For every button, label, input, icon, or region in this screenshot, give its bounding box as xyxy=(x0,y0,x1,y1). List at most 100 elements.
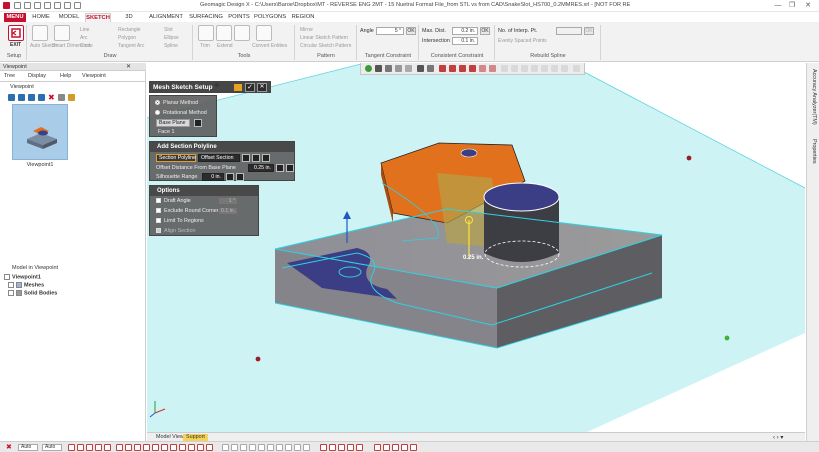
slot-tool[interactable]: Slot xyxy=(164,27,173,33)
preview-icon[interactable] xyxy=(234,84,242,91)
checkbox-icon[interactable] xyxy=(156,198,161,204)
select-filter-icon[interactable] xyxy=(68,444,75,451)
tab-sketch[interactable]: SKETCH xyxy=(85,13,111,22)
select-filter-icon[interactable] xyxy=(161,444,168,451)
draft-angle-input[interactable]: 1 ° xyxy=(218,197,238,205)
round-corner-input[interactable]: 0.1 in. xyxy=(218,207,238,215)
filter-icon[interactable] xyxy=(501,65,508,72)
redo-icon[interactable] xyxy=(74,2,81,9)
filter-icon[interactable] xyxy=(531,65,538,72)
tab-support[interactable]: Support xyxy=(183,434,208,441)
arc-tool[interactable]: Arc xyxy=(80,35,88,41)
rotational-method-option[interactable]: Rotational Method xyxy=(155,110,207,116)
angle-ok-button[interactable]: OK xyxy=(406,27,416,35)
control-point[interactable] xyxy=(686,155,692,161)
brush-icon[interactable] xyxy=(405,65,412,72)
filter-icon[interactable] xyxy=(479,65,486,72)
open-file-icon[interactable] xyxy=(24,2,31,9)
tab-tree[interactable]: Tree xyxy=(4,73,15,79)
snap-icon[interactable] xyxy=(294,444,301,451)
base-plane-button[interactable]: Base Plane xyxy=(156,119,190,127)
add-viewpoint-icon[interactable] xyxy=(8,94,15,101)
accuracy-analyzer-tab[interactable]: Accuracy Analyzer(TM) xyxy=(811,69,817,125)
apply-icon[interactable] xyxy=(242,154,250,162)
select-filter-icon[interactable] xyxy=(134,444,141,451)
select-filter-icon[interactable] xyxy=(197,444,204,451)
tab-3d-sketch[interactable]: 3D SKETCH xyxy=(114,13,144,29)
filter-mode-select[interactable]: Auto xyxy=(42,444,62,451)
line-tool[interactable]: Line xyxy=(80,27,89,33)
radio-icon[interactable] xyxy=(155,100,160,106)
select-filter-icon[interactable] xyxy=(95,444,102,451)
snap-icon[interactable] xyxy=(267,444,274,451)
ellipse-tool[interactable]: Ellipse xyxy=(164,35,179,41)
restore-button[interactable]: ❐ xyxy=(786,1,798,10)
select-filter-icon[interactable] xyxy=(179,444,186,451)
snap-icon[interactable] xyxy=(240,444,247,451)
snap-icon[interactable] xyxy=(303,444,310,451)
filter-icon[interactable] xyxy=(551,65,558,72)
smart-dimension-icon[interactable] xyxy=(54,25,70,41)
interp-input[interactable] xyxy=(556,27,582,35)
planar-method-option[interactable]: Planar Method xyxy=(155,100,198,106)
tab-points[interactable]: POINTS xyxy=(227,13,251,22)
tab-polygons[interactable]: POLYGONS xyxy=(254,13,286,22)
lasso-icon[interactable] xyxy=(395,65,402,72)
filter-icon[interactable] xyxy=(511,65,518,72)
angle-input[interactable]: 5 ° xyxy=(376,27,404,35)
section-polyline-button[interactable]: Section Polyline xyxy=(156,154,196,162)
convert-entities-icon[interactable] xyxy=(256,25,272,41)
tree-item-solid-bodies[interactable]: Solid Bodies xyxy=(8,290,57,296)
display-toggle-icon[interactable] xyxy=(356,444,363,451)
cancel-icon[interactable]: ✕ xyxy=(257,83,267,92)
interp-ok-button[interactable]: OK xyxy=(584,27,594,35)
pin-icon[interactable]: ✕ xyxy=(126,63,131,70)
viewpoint-thumbnail[interactable] xyxy=(12,104,68,160)
options-header[interactable]: Options xyxy=(150,186,258,196)
display-toggle-icon[interactable] xyxy=(374,444,381,451)
filter-icon[interactable] xyxy=(469,65,476,72)
view-orientation-icon[interactable] xyxy=(375,65,382,72)
max-dist-input[interactable]: 0.2 in. xyxy=(452,27,478,35)
intersection-input[interactable]: 0.1 in. xyxy=(452,37,478,45)
control-point[interactable] xyxy=(255,356,261,362)
filter-icon[interactable] xyxy=(541,65,548,72)
model-scene[interactable] xyxy=(147,63,805,432)
tab-surfacing[interactable]: SURFACING xyxy=(188,13,224,22)
tab-model-view[interactable]: Model View xyxy=(153,434,187,441)
update-viewpoint-icon[interactable] xyxy=(18,94,25,101)
import-icon[interactable] xyxy=(44,2,51,9)
export-viewpoint-icon[interactable] xyxy=(38,94,45,101)
select-filter-icon[interactable] xyxy=(152,444,159,451)
select-filter-icon[interactable] xyxy=(170,444,177,451)
align-section-option[interactable]: Align Section xyxy=(156,228,195,234)
display-toggle-icon[interactable] xyxy=(329,444,336,451)
undo-icon[interactable] xyxy=(64,2,71,9)
display-toggle-icon[interactable] xyxy=(410,444,417,451)
exclude-round-corner-option[interactable]: Exclude Round Corner xyxy=(156,208,219,214)
snap-icon[interactable] xyxy=(258,444,265,451)
scroll-arrows-icon[interactable]: ‹ › ▾ xyxy=(773,434,783,441)
snap-icon[interactable] xyxy=(249,444,256,451)
rectangle-tool[interactable]: Rectangle xyxy=(118,27,141,33)
display-toggle-icon[interactable] xyxy=(401,444,408,451)
selection-mode-select[interactable]: Auto xyxy=(18,444,38,451)
new-file-icon[interactable] xyxy=(14,2,21,9)
confirm-icon[interactable]: ✓ xyxy=(245,83,255,92)
snap-icon[interactable] xyxy=(222,444,229,451)
spline-tool[interactable]: Spline xyxy=(164,43,178,49)
add-icon[interactable] xyxy=(252,154,260,162)
display-toggle-icon[interactable] xyxy=(383,444,390,451)
checkbox-icon[interactable] xyxy=(156,208,161,214)
filter-icon[interactable] xyxy=(561,65,568,72)
filter-icon[interactable] xyxy=(459,65,466,72)
tab-help[interactable]: Help xyxy=(60,73,71,79)
export-icon[interactable] xyxy=(54,2,61,9)
save-icon[interactable] xyxy=(34,2,41,9)
select-filter-icon[interactable] xyxy=(206,444,213,451)
offset-distance-input[interactable]: 0.25 in. xyxy=(248,164,274,172)
display-icon[interactable] xyxy=(427,65,434,72)
section-polyline-header[interactable]: Add Section Polyline xyxy=(150,142,294,152)
circle-tool[interactable]: Circle xyxy=(80,43,93,49)
linear-sketch-pattern-tool[interactable]: Linear Sketch Pattern xyxy=(300,35,348,41)
